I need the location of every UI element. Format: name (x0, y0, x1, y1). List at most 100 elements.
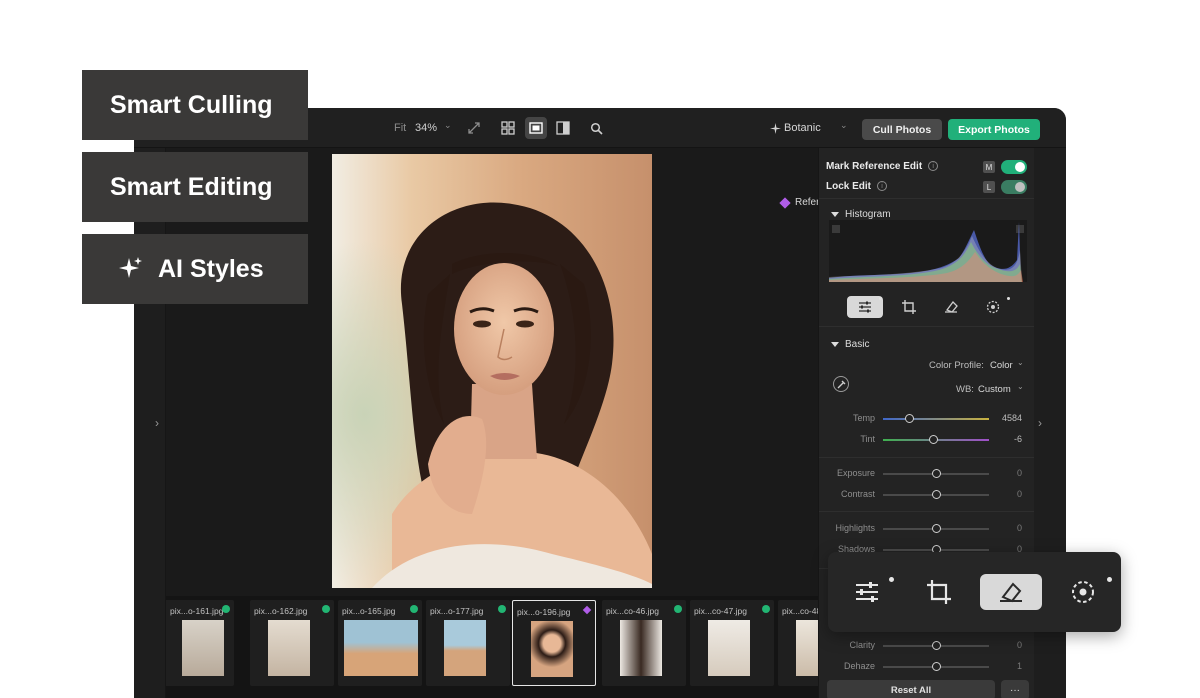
thumb-image (344, 620, 418, 676)
eraser-icon (945, 301, 958, 313)
slider-knob[interactable] (905, 414, 914, 423)
lock-edit-toggle[interactable] (1001, 180, 1027, 194)
slider-label: Dehaze (843, 661, 875, 671)
filmstrip-thumb[interactable]: pix...o-161.jpg (166, 600, 234, 686)
eyedropper-icon[interactable] (833, 376, 849, 392)
slider-knob[interactable] (931, 524, 941, 533)
feature-label: AI Styles (158, 254, 264, 283)
slider-knob[interactable] (931, 641, 941, 650)
float-mask-button[interactable] (1052, 574, 1114, 610)
export-photos-button[interactable]: Export Photos (948, 119, 1040, 140)
histogram (829, 220, 1027, 282)
slider-value: 0 (1016, 468, 1022, 478)
chevron-down-icon[interactable]: ⌄ (1017, 358, 1024, 367)
check-badge-icon (322, 605, 330, 613)
filmstrip-thumb[interactable]: pix...co-48 (778, 600, 818, 686)
info-icon[interactable]: i (928, 161, 939, 172)
lock-edit-row: Lock Edit i (826, 181, 888, 192)
mark-reference-row: Mark Reference Edit i (826, 161, 939, 172)
floating-tool-bar (828, 552, 1121, 632)
eraser-icon (1000, 582, 1022, 603)
float-crop-button[interactable] (908, 574, 970, 610)
divider (819, 511, 1035, 512)
shortcut-key: L (983, 181, 995, 193)
search-icon[interactable] (587, 119, 605, 137)
slider-knob[interactable] (929, 435, 939, 444)
sliders-icon (859, 301, 871, 313)
filmstrip-thumb[interactable]: pix...o-165.jpg (338, 600, 422, 686)
check-badge-icon (498, 605, 506, 613)
compare-arrows-icon[interactable] (465, 119, 483, 137)
color-profile-label: Color Profile: (929, 360, 984, 371)
portrait-photo (332, 154, 652, 588)
reset-all-button[interactable]: Reset All (827, 680, 995, 698)
slider-value: 1 (1016, 661, 1022, 671)
float-erase-button[interactable] (980, 574, 1042, 610)
slider-knob[interactable] (931, 662, 941, 671)
slider-value: 0 (1016, 489, 1022, 499)
info-icon[interactable]: i (877, 181, 888, 192)
mark-reference-label: Mark Reference Edit (826, 161, 923, 172)
filmstrip-thumb-selected[interactable]: pix...o-196.jpg (512, 600, 596, 686)
check-badge-icon (222, 605, 230, 613)
histogram-section-header[interactable]: Histogram (831, 209, 891, 220)
zoom-chevron-down-icon[interactable]: ⌄ (444, 120, 452, 131)
marketing-stage: Fit 34% ⌄ Botanic ⌄ Cull Photos Export P… (0, 0, 1200, 698)
wb-select[interactable]: Custom (978, 384, 1011, 395)
style-chevron-down-icon[interactable]: ⌄ (840, 120, 848, 131)
mask-icon (986, 300, 1000, 314)
basic-section-header[interactable]: Basic (831, 339, 869, 350)
divider (819, 198, 1035, 199)
slider-knob[interactable] (931, 469, 941, 478)
filmstrip-thumb[interactable]: pix...co-47.jpg (690, 600, 774, 686)
tab-erase[interactable] (933, 296, 969, 318)
slider-track[interactable] (883, 418, 989, 420)
sliders-icon (856, 582, 878, 602)
zoom-value[interactable]: 34% (415, 122, 437, 134)
caret-down-icon (831, 341, 839, 347)
basic-title: Basic (845, 339, 870, 350)
slider-value: 4584 (1001, 413, 1022, 423)
slider-value: 0 (1016, 523, 1022, 533)
slider-knob[interactable] (931, 490, 941, 499)
thumb-filename: pix...o-196.jpg (517, 607, 571, 617)
chevron-right-icon[interactable]: › (155, 416, 159, 430)
thumb-image (444, 620, 486, 676)
single-view-icon[interactable] (525, 117, 547, 139)
left-panel-collapse[interactable]: › (134, 148, 166, 698)
filmstrip-thumb[interactable]: pix...o-162.jpg (250, 600, 334, 686)
check-badge-icon (410, 605, 418, 613)
fit-label: Fit (394, 122, 407, 134)
lock-edit-label: Lock Edit (826, 181, 872, 192)
sparkle-icon (118, 256, 144, 282)
tab-crop[interactable] (891, 296, 927, 318)
thumb-image (708, 620, 750, 676)
slider-label: Clarity (849, 640, 875, 650)
thumb-image (182, 620, 224, 676)
caret-down-icon (831, 211, 839, 217)
slider-label: Contrast (840, 489, 875, 499)
tab-mask[interactable] (975, 296, 1011, 318)
mark-reference-toggle[interactable] (1001, 160, 1027, 174)
filmstrip-thumb[interactable]: pix...o-177.jpg (426, 600, 510, 686)
style-selector[interactable]: Botanic (784, 122, 821, 134)
modified-dot (1107, 577, 1112, 582)
grid-view-icon[interactable] (499, 119, 517, 137)
split-view-icon[interactable] (554, 119, 572, 137)
slider-label: Highlights (835, 523, 875, 533)
feature-label: Smart Editing (110, 172, 273, 201)
feature-smart-editing: Smart Editing (82, 152, 308, 222)
tab-adjust[interactable] (847, 296, 883, 318)
filmstrip-thumb[interactable]: pix...co-46.jpg (602, 600, 686, 686)
thumb-filename: pix...o-177.jpg (430, 606, 484, 616)
thumb-filename: pix...o-165.jpg (342, 606, 396, 616)
color-profile-select[interactable]: Color (990, 360, 1013, 371)
more-options-button[interactable]: ··· (1001, 680, 1029, 698)
chevron-right-icon[interactable]: › (1038, 416, 1042, 430)
chevron-down-icon[interactable]: ⌄ (1017, 382, 1024, 391)
cull-photos-button[interactable]: Cull Photos (862, 119, 942, 140)
slider-value: 0 (1016, 640, 1022, 650)
divider (819, 457, 1035, 458)
divider (819, 326, 1035, 327)
sparkle-icon (770, 121, 781, 139)
